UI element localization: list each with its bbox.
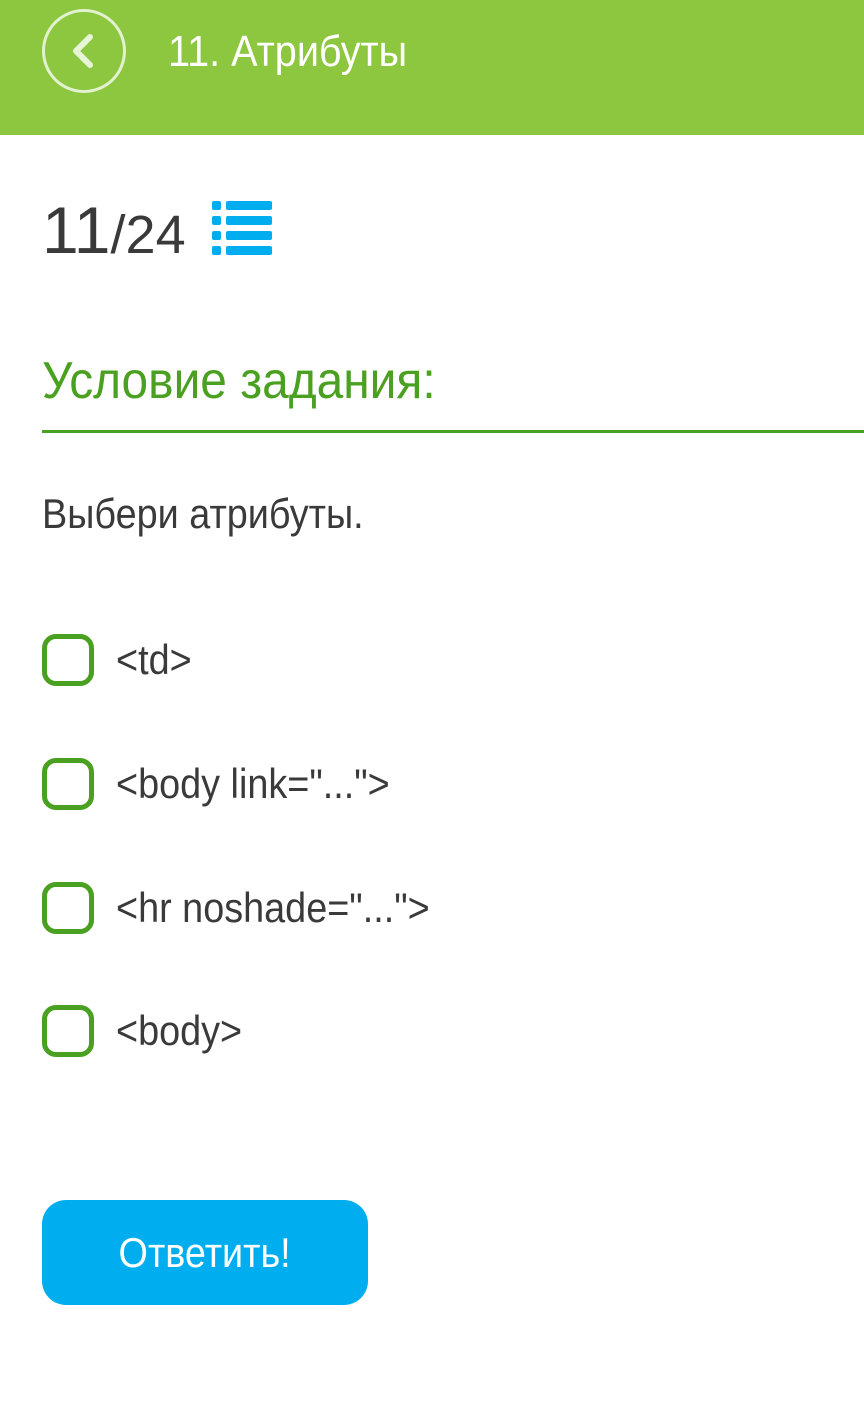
answer-checkbox[interactable] xyxy=(42,882,94,934)
question-counter: 11 / 24 xyxy=(42,190,186,270)
back-button[interactable] xyxy=(42,9,126,93)
page-title: 11. Атрибуты xyxy=(168,27,408,76)
current-question-number: 11 xyxy=(42,193,111,267)
answer-option[interactable]: <body link="..."> xyxy=(42,754,420,814)
answer-checkbox[interactable] xyxy=(42,758,94,810)
question-list-button[interactable] xyxy=(212,198,274,256)
counter-separator: / xyxy=(110,205,126,265)
task-heading: Условие задания: xyxy=(42,352,436,410)
answer-label: <hr noshade="..."> xyxy=(116,884,430,931)
answer-option[interactable]: <hr noshade="..."> xyxy=(42,878,465,938)
list-icon xyxy=(212,201,272,255)
submit-answer-label: Ответить! xyxy=(118,1228,292,1276)
heading-divider xyxy=(42,430,864,433)
chevron-left-icon xyxy=(73,34,93,68)
total-questions-number: 24 xyxy=(125,205,186,265)
submit-answer-button[interactable]: Ответить! xyxy=(42,1200,368,1305)
answer-option[interactable]: <td> xyxy=(42,630,200,690)
answer-label: <td> xyxy=(116,636,192,683)
question-text: Выбери атрибуты. xyxy=(42,490,364,537)
answer-label: <body> xyxy=(116,1007,243,1054)
answer-checkbox[interactable] xyxy=(42,634,94,686)
answer-label: <body link="..."> xyxy=(116,760,390,807)
answer-checkbox[interactable] xyxy=(42,1005,94,1057)
answer-option[interactable]: <body> xyxy=(42,1001,256,1061)
top-bar: 11. Атрибуты xyxy=(0,0,864,135)
